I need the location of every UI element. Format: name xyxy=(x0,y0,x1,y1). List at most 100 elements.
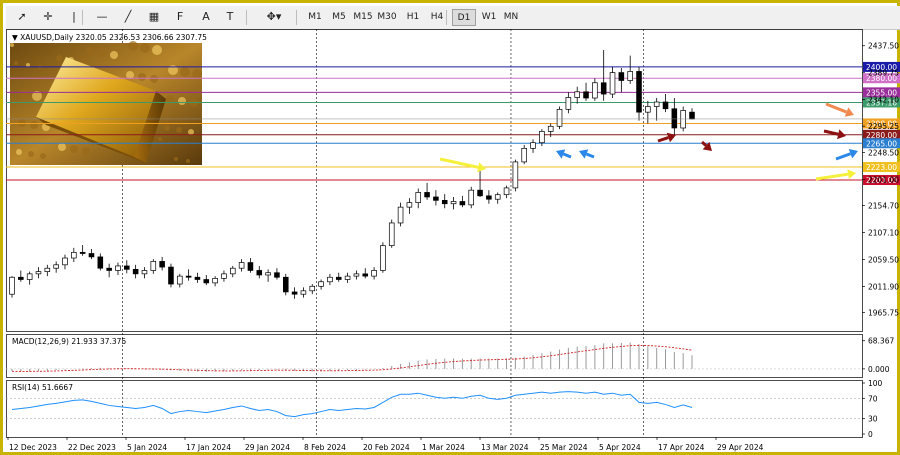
shapes-icon[interactable]: ✥▾ xyxy=(262,9,286,25)
timeframe-m30-button[interactable]: M30 xyxy=(376,9,398,25)
y-tick-label: 2011.90 xyxy=(868,282,899,291)
gold-nugget xyxy=(82,147,90,155)
rsi-tick-label: 0 xyxy=(868,430,873,439)
channel-icon[interactable]: ▦ xyxy=(144,9,164,25)
macd-tick-label: 68.367 xyxy=(868,337,894,346)
candle xyxy=(371,270,377,277)
candle xyxy=(565,97,572,110)
y-tick-label: 2201.00 xyxy=(868,175,899,184)
gold-nugget xyxy=(128,41,138,51)
y-tick-label: 2342.10 xyxy=(868,96,899,105)
text-icon[interactable]: A xyxy=(196,9,216,25)
macd-signal-line xyxy=(11,344,693,372)
candle xyxy=(653,101,660,107)
chart-area[interactable]: ▼ XAUUSD,Daily 2320.05 2326.53 2306.66 2… xyxy=(6,29,900,455)
x-tick-label: 17 Apr 2024 xyxy=(658,443,705,452)
candle xyxy=(424,192,430,198)
candle xyxy=(177,275,183,285)
x-tick-label: 22 Dec 2023 xyxy=(68,443,116,452)
candle xyxy=(97,256,104,269)
candle xyxy=(159,261,165,268)
gold-nugget xyxy=(166,95,174,103)
candle xyxy=(556,108,563,127)
candle xyxy=(530,142,536,149)
gold-nugget xyxy=(150,75,158,83)
candle xyxy=(662,101,669,110)
candle xyxy=(44,267,51,272)
timeframe-m1-button[interactable]: M1 xyxy=(304,9,326,25)
blue-arrow xyxy=(562,152,572,159)
candle xyxy=(150,261,157,271)
macd-pane-border xyxy=(6,334,863,378)
crosshair-icon[interactable]: ✛ xyxy=(38,9,58,25)
candle xyxy=(477,189,483,197)
gold-nugget xyxy=(188,129,194,135)
rsi-pane-border xyxy=(6,380,863,438)
candle xyxy=(318,281,324,287)
candle xyxy=(645,106,651,113)
gold-nugget xyxy=(26,63,30,67)
x-tick-label: 8 Feb 2024 xyxy=(304,443,346,452)
timeframe-h1-button[interactable]: H1 xyxy=(402,9,424,25)
timeframe-d1-button[interactable]: D1 xyxy=(452,9,476,26)
candle xyxy=(521,147,527,163)
candle xyxy=(309,285,316,292)
dark-red-arrow-head xyxy=(837,129,846,140)
x-tick-label: 1 Mar 2024 xyxy=(422,443,465,452)
toolbar-separator xyxy=(296,10,297,25)
yellow-arrow-head xyxy=(847,169,856,180)
x-tick-label: 17 Jan 2024 xyxy=(186,443,231,452)
timeframe-h4-button[interactable]: H4 xyxy=(426,9,448,25)
gold-nugget xyxy=(40,153,46,159)
candle xyxy=(609,72,616,95)
candle xyxy=(433,196,439,201)
candle xyxy=(592,82,598,99)
label-icon[interactable]: T xyxy=(220,9,240,25)
candle xyxy=(494,194,501,200)
toolbar: ➚ ✛ | — ╱ ▦ F A T ✥▾ M1 M5 M15 M30 H1 H4 D1 W1 MN xyxy=(6,6,900,30)
x-tick-label: 20 Feb 2024 xyxy=(363,443,410,452)
gold-nugget xyxy=(86,47,94,55)
candle xyxy=(468,189,474,206)
candle xyxy=(62,257,68,266)
gold-nugget xyxy=(186,159,190,163)
yellow-arrow xyxy=(439,157,479,169)
gold-nugget xyxy=(98,49,106,57)
dark-red-arrow xyxy=(657,136,669,143)
candle xyxy=(406,202,413,208)
timeframe-m15-button[interactable]: M15 xyxy=(352,9,374,25)
gold-nugget xyxy=(178,97,186,105)
candle xyxy=(212,278,218,284)
gold-nugget xyxy=(10,43,14,47)
gold-nugget xyxy=(16,149,22,155)
candle xyxy=(35,271,42,275)
timeframe-m5-button[interactable]: M5 xyxy=(328,9,350,25)
candle xyxy=(600,82,607,95)
cursor-icon[interactable]: ➚ xyxy=(12,9,32,25)
vertical-line-icon[interactable]: | xyxy=(64,9,84,25)
blue-arrow xyxy=(835,152,851,161)
timeframe-w1-button[interactable]: W1 xyxy=(478,9,500,25)
timeframe-mn-button[interactable]: MN xyxy=(500,9,522,25)
candle xyxy=(185,275,192,278)
candle xyxy=(291,291,298,295)
candle xyxy=(194,276,201,280)
candle xyxy=(335,276,342,280)
candle xyxy=(380,245,386,271)
candle xyxy=(503,187,510,196)
candle xyxy=(247,262,254,271)
trendline-icon[interactable]: ╱ xyxy=(118,9,138,25)
level-label: 2265.00 xyxy=(866,139,897,148)
gold-nugget xyxy=(138,73,146,81)
horizontal-line-icon[interactable]: — xyxy=(92,9,112,25)
x-tick-label: 29 Jan 2024 xyxy=(245,443,290,452)
candle xyxy=(256,270,263,276)
candle xyxy=(274,272,280,278)
gold-nugget xyxy=(164,125,170,131)
orange-arrow xyxy=(825,102,848,114)
rsi-title: RSI(14) 51.6667 xyxy=(12,383,73,392)
candle xyxy=(300,290,307,295)
gold-nugget xyxy=(140,43,150,53)
gold-nugget xyxy=(14,61,18,65)
fibonacci-icon[interactable]: F xyxy=(170,9,190,25)
